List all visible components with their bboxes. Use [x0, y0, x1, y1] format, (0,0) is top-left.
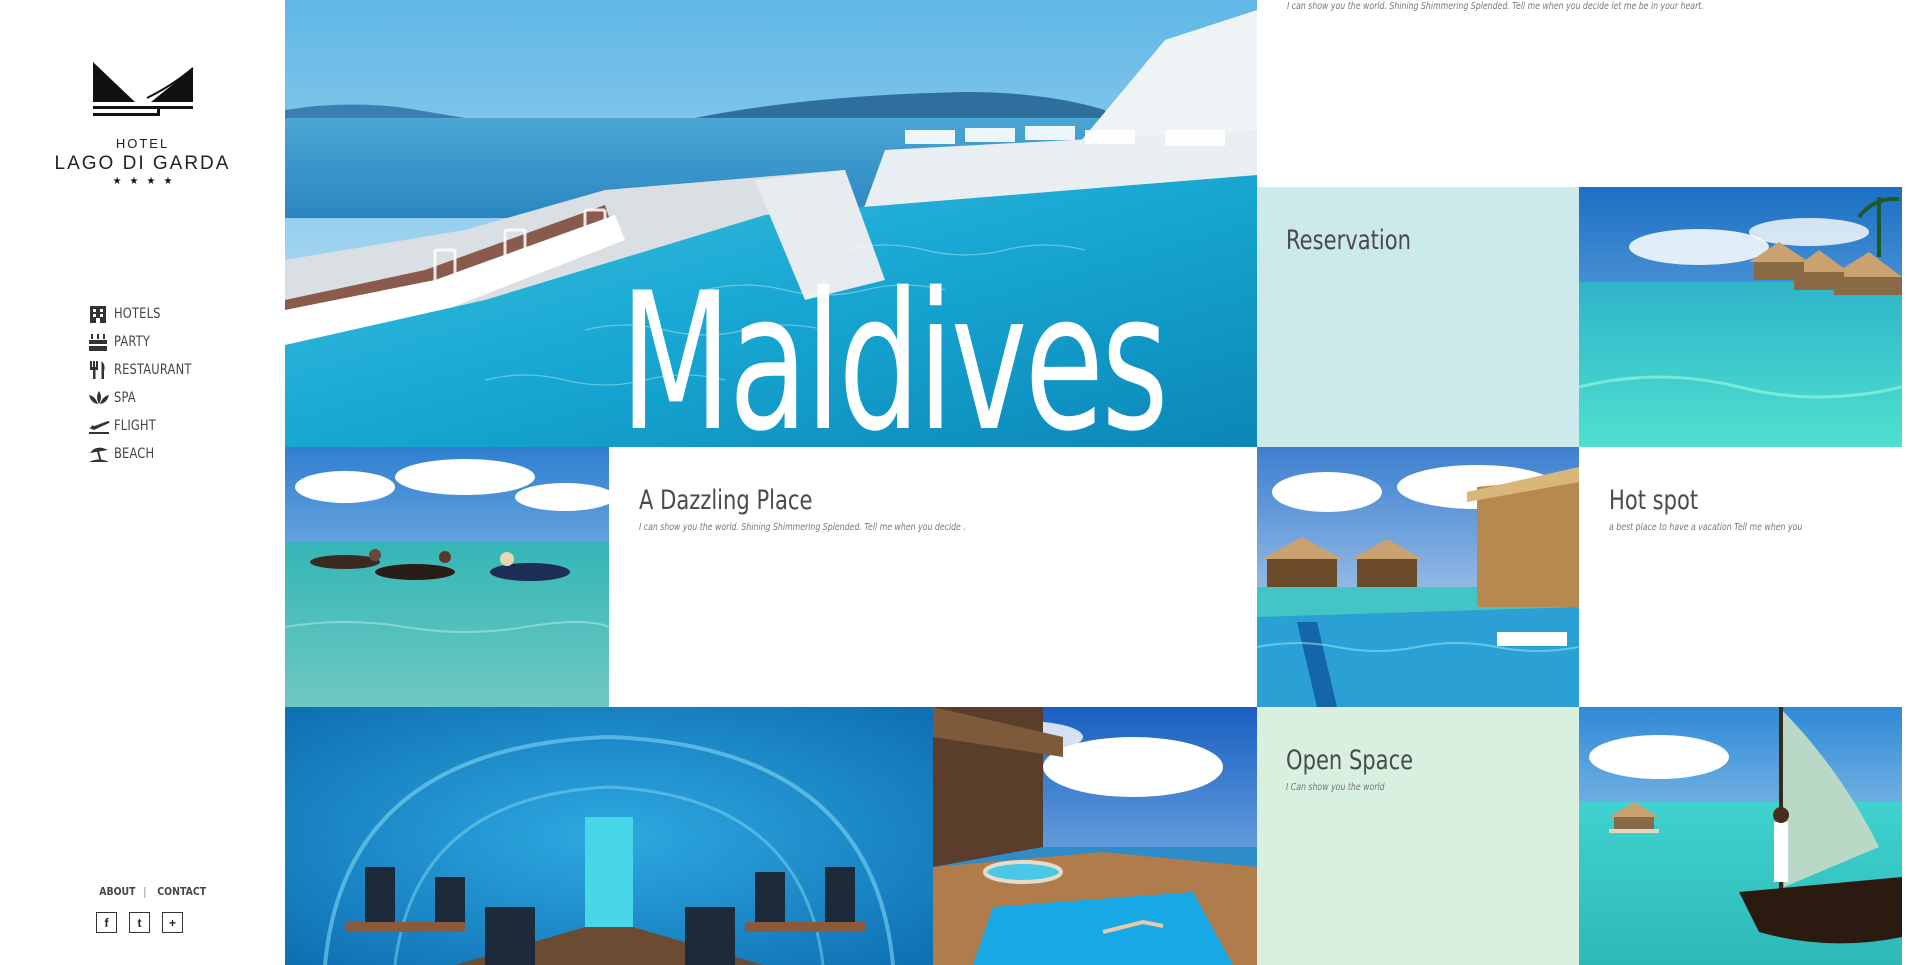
nav-item-party[interactable]: PARTY — [88, 328, 209, 356]
footer-links: ABOUT | CONTACT — [96, 885, 211, 898]
footer-separator: | — [142, 885, 147, 898]
hotspot-tile[interactable]: Hot spot a best place to have a vacation… — [1579, 447, 1907, 707]
brand-line2: LAGO DI GARDA — [54, 153, 231, 174]
dazzling-subtitle: I can show you the world. Shining Shimme… — [639, 522, 966, 533]
hotspot-subtitle: a best place to have a vacation Tell me … — [1609, 522, 1803, 533]
sidebar: HOTEL LAGO DI GARDA ★★★★ HOTELS PARTY RE… — [0, 0, 285, 965]
cake-icon — [88, 332, 114, 352]
reservation-title: Reservation — [1286, 225, 1411, 256]
dazzling-title: A Dazzling Place — [639, 485, 813, 516]
about-link[interactable]: ABOUT — [99, 885, 135, 898]
social-links: f t + — [96, 912, 183, 933]
top-tagline: I can show you the world. Shining Shimme… — [1287, 1, 1704, 12]
underwater-restaurant-image — [285, 707, 933, 965]
hero-title: Maldives — [620, 278, 1260, 448]
lotus-icon — [88, 388, 114, 408]
top-text-tile: I can show you the world. Shining Shimme… — [1257, 0, 1907, 187]
umbrella-icon — [88, 444, 114, 464]
swimmers-image — [285, 447, 609, 707]
nav-label: PARTY — [114, 334, 151, 350]
deck-pool-image — [933, 707, 1257, 965]
plane-icon — [88, 416, 114, 436]
hotspot-title: Hot spot — [1609, 485, 1699, 516]
plus-icon[interactable]: + — [162, 912, 183, 933]
logo-mark-icon — [92, 62, 194, 116]
facebook-icon[interactable]: f — [96, 912, 117, 933]
nav-item-hotels[interactable]: HOTELS — [88, 300, 209, 328]
nav-item-restaurant[interactable]: RESTAURANT — [88, 356, 209, 384]
brand-line1: HOTEL — [115, 136, 170, 151]
main-nav: HOTELS PARTY RESTAURANT SPA FLIGHT BEACH — [88, 300, 209, 468]
hero-title-text: Maldives — [620, 278, 1169, 448]
hotel-logo[interactable]: HOTEL LAGO DI GARDA ★★★★ — [0, 60, 285, 187]
contact-link[interactable]: CONTACT — [158, 885, 207, 898]
nav-label: HOTELS — [114, 306, 161, 322]
nav-label: RESTAURANT — [114, 362, 192, 378]
brand-stars: ★★★★ — [112, 176, 181, 187]
twitter-icon[interactable]: t — [129, 912, 150, 933]
fork-knife-icon — [88, 360, 114, 380]
nav-label: SPA — [114, 390, 136, 406]
nav-label: BEACH — [114, 446, 155, 462]
nav-item-spa[interactable]: SPA — [88, 384, 209, 412]
nav-item-beach[interactable]: BEACH — [88, 440, 209, 468]
sailboat-image — [1579, 707, 1902, 965]
openspace-subtitle: I Can show you the world — [1286, 782, 1385, 793]
nav-item-flight[interactable]: FLIGHT — [88, 412, 209, 440]
building-icon — [88, 304, 114, 324]
resort-pool-image — [1257, 447, 1579, 707]
openspace-title: Open Space — [1286, 745, 1414, 776]
nav-label: FLIGHT — [114, 418, 156, 434]
reservation-tile[interactable]: Reservation — [1257, 187, 1579, 447]
dazzling-tile[interactable]: A Dazzling Place I can show you the worl… — [609, 447, 1257, 707]
openspace-tile[interactable]: Open Space I Can show you the world — [1257, 707, 1579, 965]
bungalow-image — [1579, 187, 1902, 447]
